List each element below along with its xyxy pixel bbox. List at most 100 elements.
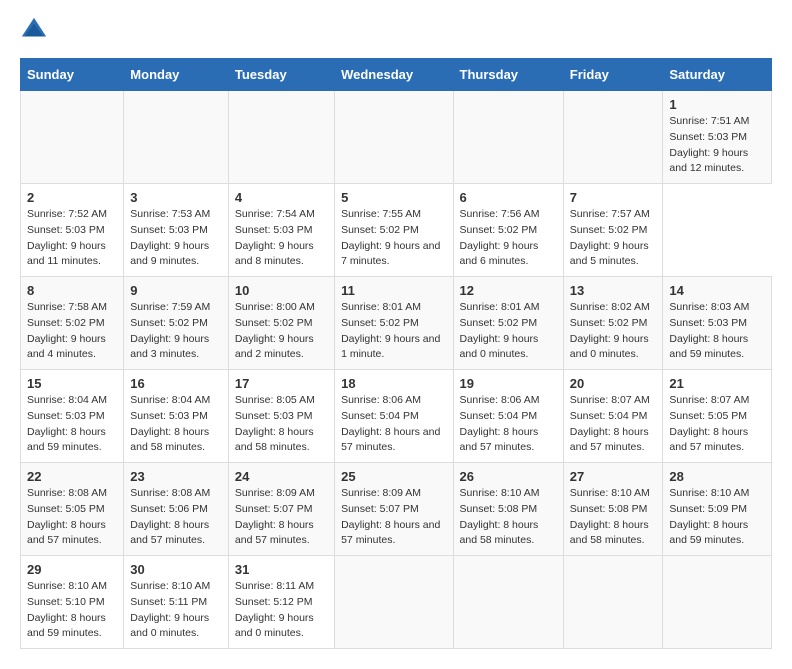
day-number: 23	[130, 469, 222, 484]
calendar-cell: 17Sunrise: 8:05 AMSunset: 5:03 PMDayligh…	[228, 370, 334, 463]
day-number: 26	[460, 469, 557, 484]
day-number: 12	[460, 283, 557, 298]
calendar-cell: 22Sunrise: 8:08 AMSunset: 5:05 PMDayligh…	[21, 463, 124, 556]
calendar-cell: 23 Sunrise: 8:08 AMSunset: 5:06 PMDayligh…	[124, 463, 229, 556]
day-number: 17	[235, 376, 328, 391]
day-info: Sunrise: 8:04 AMSunset: 5:03 PMDaylight:…	[27, 393, 117, 456]
weekday-header: Tuesday	[228, 59, 334, 91]
day-number: 7	[570, 190, 657, 205]
calendar-cell: 27Sunrise: 8:10 AMSunset: 5:08 PMDayligh…	[563, 463, 663, 556]
calendar-cell	[335, 556, 453, 649]
weekday-header: Friday	[563, 59, 663, 91]
day-info: Sunrise: 7:53 AMSunset: 5:03 PMDaylight:…	[130, 207, 222, 270]
calendar-header: SundayMondayTuesdayWednesdayThursdayFrid…	[21, 59, 772, 91]
day-number: 16	[130, 376, 222, 391]
calendar-cell	[335, 91, 453, 184]
calendar-week-row: 8 Sunrise: 7:58 AMSunset: 5:02 PMDaylight…	[21, 277, 772, 370]
day-number: 30	[130, 562, 222, 577]
calendar-cell: 25 Sunrise: 8:09 AMSunset: 5:07 PMDayligh…	[335, 463, 453, 556]
day-info: Sunrise: 8:08 AMSunset: 5:06 PMDaylight:…	[130, 486, 222, 549]
calendar-body: 1Sunrise: 7:51 AMSunset: 5:03 PMDaylight…	[21, 91, 772, 649]
day-info: Sunrise: 8:10 AMSunset: 5:10 PMDaylight:…	[27, 579, 117, 642]
calendar-cell: 18 Sunrise: 8:06 AMSunset: 5:04 PMDayligh…	[335, 370, 453, 463]
calendar-cell	[453, 556, 563, 649]
calendar-cell: 12 Sunrise: 8:01 AMSunset: 5:02 PMDayligh…	[453, 277, 563, 370]
calendar-cell: 13 Sunrise: 8:02 AMSunset: 5:02 PMDayligh…	[563, 277, 663, 370]
day-number: 4	[235, 190, 328, 205]
day-info: Sunrise: 7:52 AMSunset: 5:03 PMDaylight:…	[27, 207, 117, 270]
day-number: 9	[130, 283, 222, 298]
calendar-cell: 15 Sunrise: 8:04 AMSunset: 5:03 PMDayligh…	[21, 370, 124, 463]
day-info: Sunrise: 8:02 AMSunset: 5:02 PMDaylight:…	[570, 300, 657, 363]
day-info: Sunrise: 8:03 AMSunset: 5:03 PMDaylight:…	[669, 300, 765, 363]
day-number: 13	[570, 283, 657, 298]
calendar-cell: 1Sunrise: 7:51 AMSunset: 5:03 PMDaylight…	[663, 91, 772, 184]
day-info: Sunrise: 7:58 AMSunset: 5:02 PMDaylight:…	[27, 300, 117, 363]
day-number: 22	[27, 469, 117, 484]
calendar-week-row: 22Sunrise: 8:08 AMSunset: 5:05 PMDayligh…	[21, 463, 772, 556]
day-info: Sunrise: 7:55 AMSunset: 5:02 PMDaylight:…	[341, 207, 446, 270]
day-info: Sunrise: 7:51 AMSunset: 5:03 PMDaylight:…	[669, 114, 765, 177]
day-info: Sunrise: 8:10 AMSunset: 5:08 PMDaylight:…	[460, 486, 557, 549]
calendar-cell	[453, 91, 563, 184]
day-number: 3	[130, 190, 222, 205]
day-number: 11	[341, 283, 446, 298]
calendar-cell	[228, 91, 334, 184]
calendar-cell: 5Sunrise: 7:55 AMSunset: 5:02 PMDaylight…	[335, 184, 453, 277]
day-info: Sunrise: 8:06 AMSunset: 5:04 PMDaylight:…	[341, 393, 446, 456]
day-info: Sunrise: 8:01 AMSunset: 5:02 PMDaylight:…	[460, 300, 557, 363]
day-number: 8	[27, 283, 117, 298]
day-number: 27	[570, 469, 657, 484]
day-number: 25	[341, 469, 446, 484]
calendar-cell: 28 Sunrise: 8:10 AMSunset: 5:09 PMDayligh…	[663, 463, 772, 556]
day-number: 2	[27, 190, 117, 205]
calendar-cell: 19 Sunrise: 8:06 AMSunset: 5:04 PMDayligh…	[453, 370, 563, 463]
calendar-cell: 24 Sunrise: 8:09 AMSunset: 5:07 PMDayligh…	[228, 463, 334, 556]
calendar-cell: 7 Sunrise: 7:57 AMSunset: 5:02 PMDaylight…	[563, 184, 663, 277]
weekday-header: Sunday	[21, 59, 124, 91]
day-info: Sunrise: 8:06 AMSunset: 5:04 PMDaylight:…	[460, 393, 557, 456]
calendar-cell: 29 Sunrise: 8:10 AMSunset: 5:10 PMDayligh…	[21, 556, 124, 649]
calendar-week-row: 29 Sunrise: 8:10 AMSunset: 5:10 PMDayligh…	[21, 556, 772, 649]
calendar-cell: 6 Sunrise: 7:56 AMSunset: 5:02 PMDaylight…	[453, 184, 563, 277]
day-number: 6	[460, 190, 557, 205]
calendar-week-row: 2 Sunrise: 7:52 AMSunset: 5:03 PMDaylight…	[21, 184, 772, 277]
calendar-cell: 11 Sunrise: 8:01 AMSunset: 5:02 PMDayligh…	[335, 277, 453, 370]
calendar-cell: 3 Sunrise: 7:53 AMSunset: 5:03 PMDaylight…	[124, 184, 229, 277]
calendar-cell: 16 Sunrise: 8:04 AMSunset: 5:03 PMDayligh…	[124, 370, 229, 463]
calendar-cell: 20Sunrise: 8:07 AMSunset: 5:04 PMDayligh…	[563, 370, 663, 463]
day-info: Sunrise: 8:04 AMSunset: 5:03 PMDaylight:…	[130, 393, 222, 456]
calendar-cell	[124, 91, 229, 184]
day-info: Sunrise: 8:10 AMSunset: 5:09 PMDaylight:…	[669, 486, 765, 549]
day-info: Sunrise: 8:01 AMSunset: 5:02 PMDaylight:…	[341, 300, 446, 363]
day-info: Sunrise: 8:09 AMSunset: 5:07 PMDaylight:…	[341, 486, 446, 549]
day-number: 10	[235, 283, 328, 298]
day-number: 31	[235, 562, 328, 577]
calendar-cell: 10Sunrise: 8:00 AMSunset: 5:02 PMDayligh…	[228, 277, 334, 370]
calendar-cell: 9 Sunrise: 7:59 AMSunset: 5:02 PMDaylight…	[124, 277, 229, 370]
calendar-cell: 21Sunrise: 8:07 AMSunset: 5:05 PMDayligh…	[663, 370, 772, 463]
day-number: 29	[27, 562, 117, 577]
day-info: Sunrise: 8:09 AMSunset: 5:07 PMDaylight:…	[235, 486, 328, 549]
calendar-cell: 8 Sunrise: 7:58 AMSunset: 5:02 PMDaylight…	[21, 277, 124, 370]
calendar-week-row: 1Sunrise: 7:51 AMSunset: 5:03 PMDaylight…	[21, 91, 772, 184]
day-info: Sunrise: 7:54 AMSunset: 5:03 PMDaylight:…	[235, 207, 328, 270]
logo-icon	[20, 16, 48, 44]
day-number: 21	[669, 376, 765, 391]
day-number: 18	[341, 376, 446, 391]
day-number: 24	[235, 469, 328, 484]
day-info: Sunrise: 7:59 AMSunset: 5:02 PMDaylight:…	[130, 300, 222, 363]
logo	[20, 20, 52, 48]
day-number: 19	[460, 376, 557, 391]
calendar-cell	[563, 556, 663, 649]
day-number: 15	[27, 376, 117, 391]
day-info: Sunrise: 7:57 AMSunset: 5:02 PMDaylight:…	[570, 207, 657, 270]
header-row: SundayMondayTuesdayWednesdayThursdayFrid…	[21, 59, 772, 91]
day-info: Sunrise: 7:56 AMSunset: 5:02 PMDaylight:…	[460, 207, 557, 270]
calendar-cell	[563, 91, 663, 184]
calendar-week-row: 15 Sunrise: 8:04 AMSunset: 5:03 PMDayligh…	[21, 370, 772, 463]
day-number: 28	[669, 469, 765, 484]
day-info: Sunrise: 8:07 AMSunset: 5:04 PMDaylight:…	[570, 393, 657, 456]
weekday-header: Thursday	[453, 59, 563, 91]
day-info: Sunrise: 8:10 AMSunset: 5:11 PMDaylight:…	[130, 579, 222, 642]
